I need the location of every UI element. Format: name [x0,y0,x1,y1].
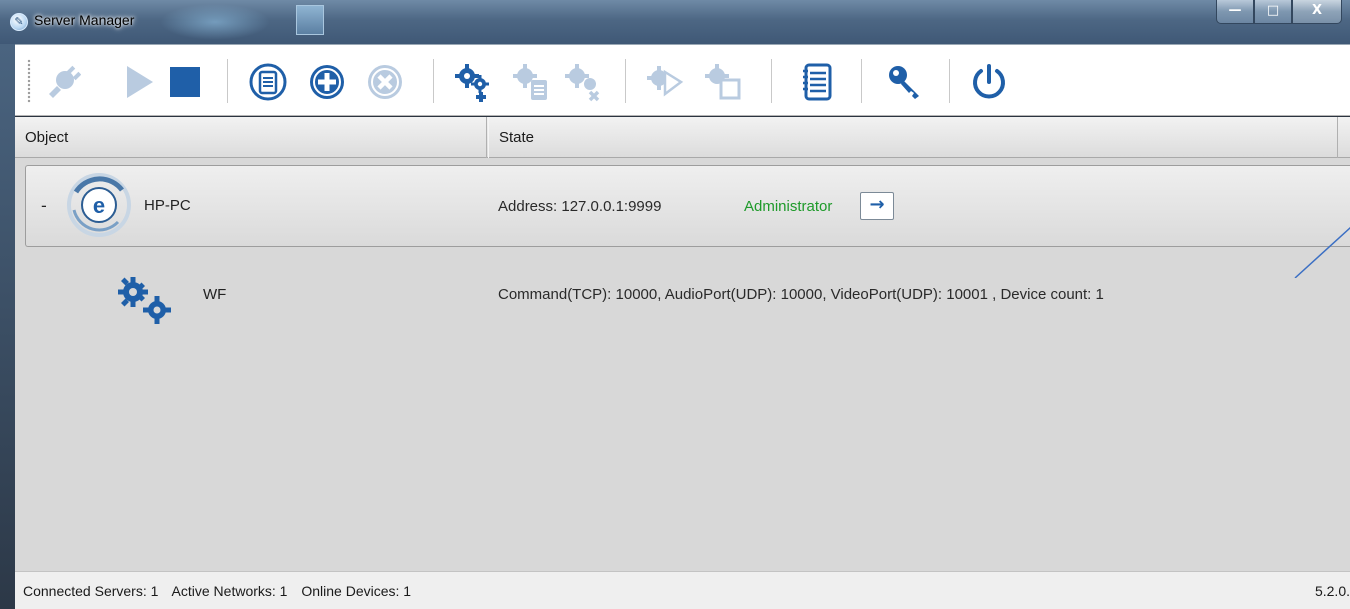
active-networks-count: Active Networks: 1 [171,583,288,599]
key-icon [889,66,919,99]
toolbar-separator [227,59,228,103]
online-devices-count: Online Devices: 1 [301,583,412,599]
minimize-button[interactable]: — [1216,0,1254,24]
connect-button[interactable] [41,62,82,102]
caption-buttons: — □ X [1216,0,1342,24]
remove-server-button[interactable] [365,62,405,102]
user-role: Administrator [744,198,833,215]
window-title: Server Manager [34,12,135,28]
close-button[interactable]: X [1292,0,1342,24]
circle-list-icon [249,63,287,101]
network-state: Command(TCP): 10000, AudioPort(UDP): 100… [498,286,1104,303]
maximize-button[interactable]: □ [1254,0,1292,24]
play-icon [127,66,153,98]
server-manager-window: ✎ Server Manager — □ X Object State - e … [0,0,1350,609]
server-address: Address: 127.0.0.1:9999 [498,198,662,215]
circle-x-icon [368,65,402,99]
toolbar-separator [433,59,434,103]
gear-window-icon [705,64,741,100]
server-name: HP-PC [144,197,191,214]
server-row[interactable]: - e HP-PC Address: 127.0.0.1:9999 Admini… [25,165,1350,247]
toolbar-separator [771,59,772,103]
plug-connect-icon [49,65,82,98]
add-server-button[interactable] [307,62,347,102]
gear-play-icon [647,66,684,97]
column-object[interactable]: Object [15,117,487,158]
remove-network-button[interactable] [563,62,603,102]
network-gears-icon [115,274,175,328]
power-icon [973,64,1005,99]
stop-icon [170,67,200,97]
license-button[interactable] [885,62,925,102]
start-network-button[interactable] [645,62,685,102]
collapse-toggle[interactable]: - [41,196,47,215]
gears-plus-icon [455,64,489,102]
column-header: Object State [15,117,1350,158]
network-name: WF [203,286,227,303]
network-settings-button[interactable] [703,62,743,102]
svg-text:e: e [93,193,105,218]
gears-x-icon [565,64,600,102]
toolbar-separator [625,59,626,103]
column-state[interactable]: State [488,117,1338,158]
log-list-icon [803,63,832,101]
gears-list-icon [513,64,547,100]
server-logo-icon: e [66,172,132,238]
object-tree: - e HP-PC Address: 127.0.0.1:9999 Admini… [15,158,1350,571]
add-network-button[interactable] [453,62,493,102]
toolbar-separator [861,59,862,103]
stop-button[interactable] [165,62,205,102]
app-logo-icon: ✎ [10,13,28,31]
version-label: 5.2.0. [1314,583,1350,599]
circle-plus-icon [310,65,344,99]
start-button[interactable] [119,62,159,102]
exit-button[interactable] [969,62,1009,102]
goto-server-button[interactable]: → [860,192,894,220]
title-bar[interactable]: ✎ Server Manager — □ X [0,0,1350,44]
toolbar-grip[interactable] [27,59,31,103]
server-properties-button[interactable] [248,62,288,102]
log-button[interactable] [797,62,837,102]
network-properties-button[interactable] [511,62,551,102]
status-bar: Connected Servers: 1 Active Networks: 1 … [15,571,1350,609]
window-frame-left [0,44,15,609]
connected-servers-count: Connected Servers: 1 [23,583,159,599]
toolbar [15,44,1350,116]
taskbar-thumbnail [296,5,324,35]
annotation-line [1294,226,1350,278]
status-summary: Connected Servers: 1 Active Networks: 1 … [23,583,421,599]
toolbar-separator [949,59,950,103]
